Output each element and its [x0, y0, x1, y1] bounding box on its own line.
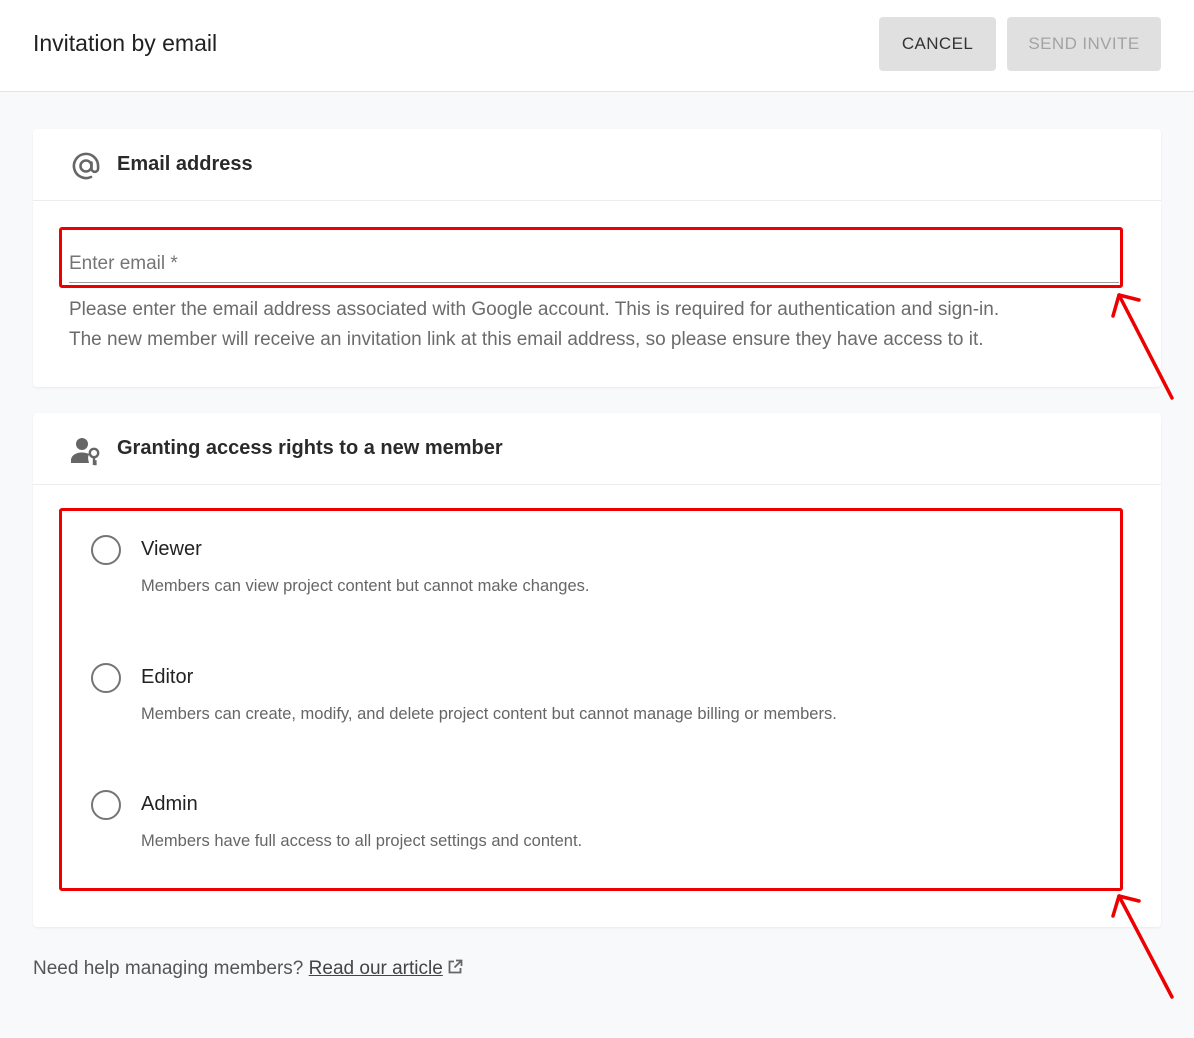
help-text: Need help managing members?	[33, 958, 304, 979]
email-card-header: Email address	[33, 129, 1161, 201]
cancel-button[interactable]: CANCEL	[879, 17, 996, 71]
role-option-admin[interactable]: Admin Members have full access to all pr…	[91, 785, 1091, 865]
send-invite-button[interactable]: SEND INVITE	[1007, 17, 1161, 71]
viewer-radio[interactable]	[91, 535, 121, 565]
read-article-link-label: Read our article	[308, 958, 443, 979]
editor-radio[interactable]	[91, 663, 121, 693]
email-section-title: Email address	[117, 153, 253, 175]
help-footer: Need help managing members? Read our art…	[33, 958, 463, 980]
email-input[interactable]	[69, 246, 1119, 282]
person-key-icon	[71, 438, 100, 466]
header-bar: Invitation by email CANCEL SEND INVITE	[0, 0, 1194, 92]
email-helper-line-2: The new member will receive an invitatio…	[69, 329, 984, 350]
access-section-title: Granting access rights to a new member	[117, 437, 503, 459]
at-sign-icon	[72, 152, 100, 180]
role-label: Editor	[141, 666, 194, 688]
role-label: Viewer	[141, 538, 202, 560]
admin-radio[interactable]	[91, 790, 121, 820]
role-option-viewer[interactable]: Viewer Members can view project content …	[91, 530, 1091, 610]
role-description: Members can create, modify, and delete p…	[141, 705, 837, 723]
access-rights-card: Granting access rights to a new member V…	[33, 413, 1161, 927]
role-option-editor[interactable]: Editor Members can create, modify, and d…	[91, 658, 1091, 738]
page-title: Invitation by email	[33, 30, 218, 56]
email-field[interactable]	[69, 246, 1119, 283]
external-link-icon	[448, 959, 463, 974]
role-description: Members can view project content but can…	[141, 577, 590, 595]
role-label: Admin	[141, 793, 198, 815]
email-helper-line-1: Please enter the email address associate…	[69, 299, 1000, 320]
role-description: Members have full access to all project …	[141, 832, 583, 850]
access-card-header: Granting access rights to a new member	[33, 413, 1161, 485]
email-card: Email address Please enter the email add…	[33, 129, 1161, 387]
read-article-link[interactable]: Read our article	[309, 958, 443, 979]
email-helper-text: Please enter the email address associate…	[69, 295, 1129, 355]
